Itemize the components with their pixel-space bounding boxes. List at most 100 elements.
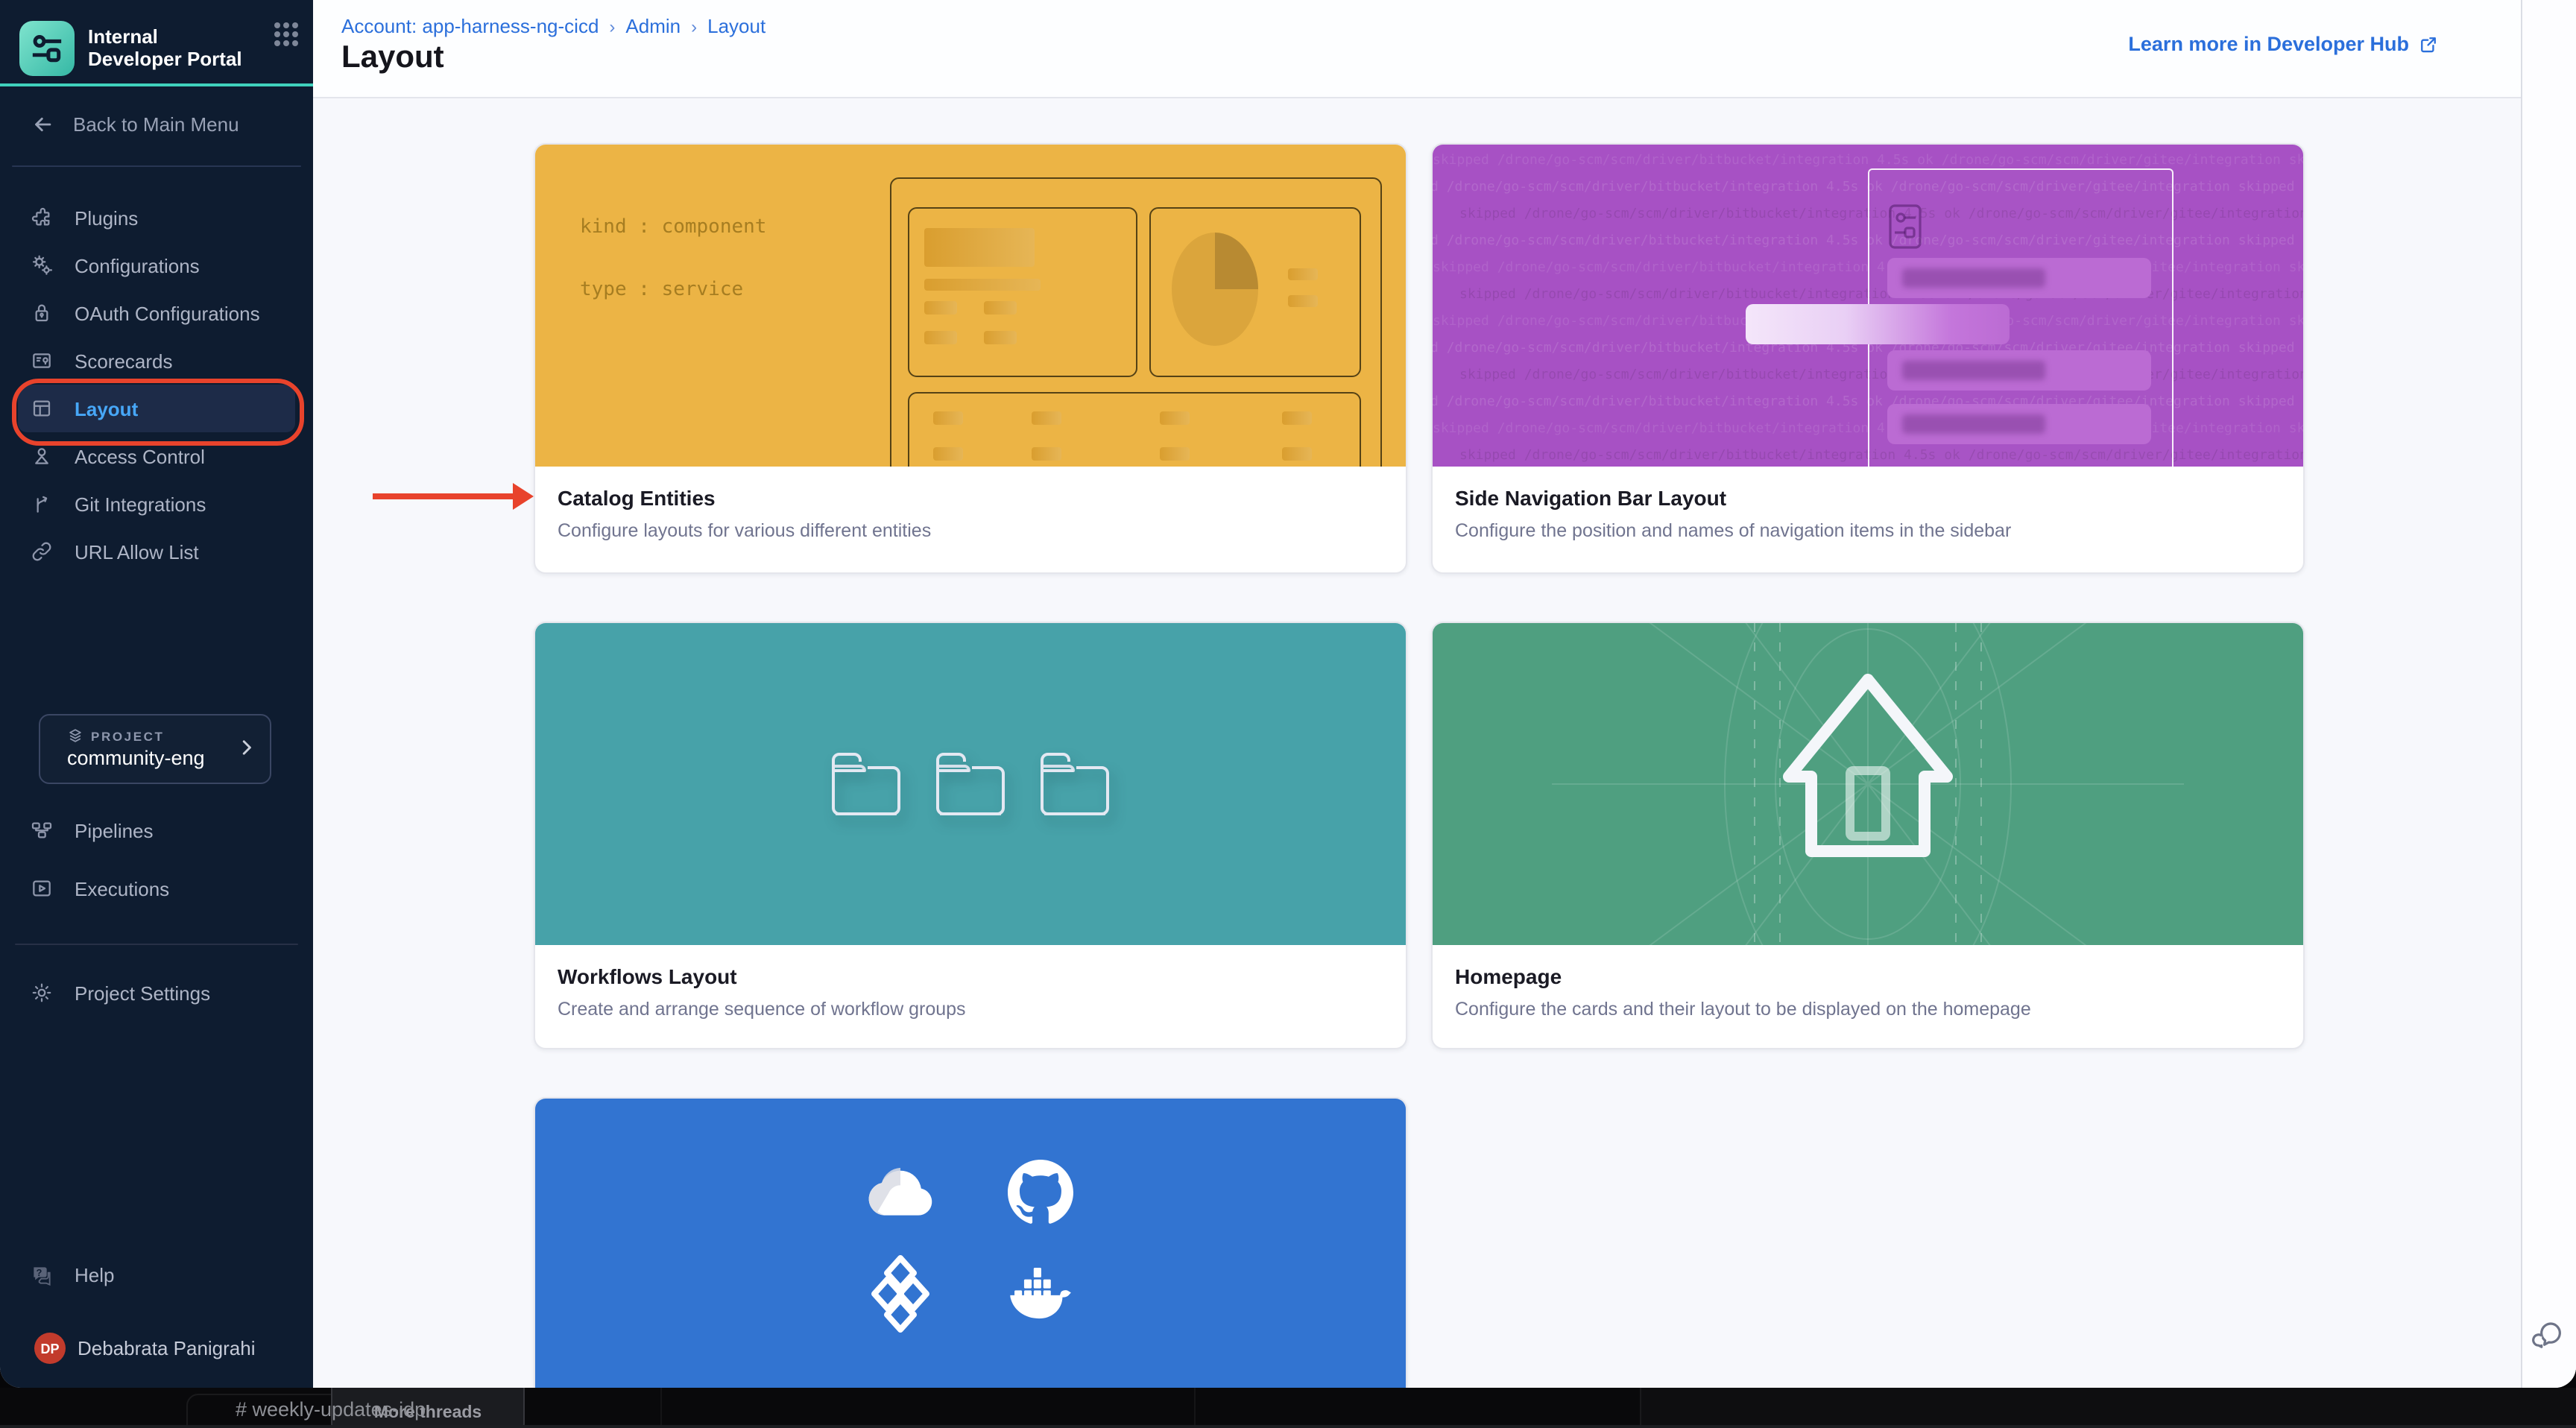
external-link-icon — [2418, 34, 2439, 54]
arrow-left-icon — [30, 111, 55, 136]
google-cloud-icon — [866, 1158, 935, 1227]
sidebar-mock-logo-icon — [1887, 203, 1923, 250]
nav-item-placeholder — [1887, 350, 2151, 391]
card-connectors[interactable] — [534, 1097, 1407, 1388]
connector-icons — [866, 1158, 1075, 1328]
sidebar-item-label: Configurations — [75, 254, 200, 277]
divider — [15, 944, 298, 945]
sidebar-item-help[interactable]: ? Help — [0, 1251, 313, 1298]
play-square-icon — [30, 876, 54, 900]
right-rail — [2521, 0, 2576, 1388]
nav-item-placeholder — [1887, 404, 2151, 444]
house-blueprint-icon — [1433, 623, 2303, 945]
github-icon — [1006, 1158, 1075, 1227]
layout-mock-panel — [908, 207, 1137, 377]
workflows-art — [535, 623, 1406, 945]
sidebar-item-pipelines[interactable]: Pipelines — [0, 806, 313, 854]
placeholder-bar — [984, 331, 1017, 344]
layout-icon — [30, 397, 54, 420]
sidebar-item-scorecards[interactable]: Scorecards — [0, 337, 313, 385]
connectors-art — [535, 1099, 1406, 1388]
project-eyebrow-label: PROJECT — [91, 728, 165, 743]
user-name[interactable]: Debabrata Panigrahi — [78, 1337, 256, 1359]
placeholder-bar — [1282, 447, 1312, 461]
card-workflows-layout[interactable]: Workflows Layout Create and arrange sequ… — [534, 622, 1407, 1049]
learn-more-label: Learn more in Developer Hub — [2128, 33, 2409, 55]
placeholder-bar — [924, 331, 957, 344]
pipeline-icon — [30, 818, 54, 842]
breadcrumb: Account: app-harness-ng-cicd › Admin › L… — [341, 15, 765, 37]
back-label: Back to Main Menu — [73, 113, 239, 135]
placeholder-bar — [1288, 295, 1318, 307]
card-catalog-entities[interactable]: kind : component type : service — [534, 143, 1407, 574]
brand: Internal Developer Portal — [19, 13, 301, 82]
sidebar-item-label: Scorecards — [75, 350, 173, 372]
user-avatar[interactable]: DP — [34, 1333, 66, 1364]
card-description: Configure layouts for various different … — [558, 520, 1383, 541]
sidebar-item-plugins[interactable]: Plugins — [0, 194, 313, 241]
card-description: Create and arrange sequence of workflow … — [558, 999, 1383, 1020]
card-homepage[interactable]: Homepage Configure the cards and their l… — [1431, 622, 2305, 1049]
background-window-strip: More threads # weekly-updates-idp — [0, 1388, 2576, 1428]
sidebar-item-oauth-configurations[interactable]: OAuth Configurations — [0, 289, 313, 337]
card-side-navigation-bar-layout[interactable]: skipped /drone/go-scm/scm/driver/bitbuck… — [1431, 143, 2305, 574]
folder-icon — [1036, 748, 1114, 820]
background-divider — [1194, 1388, 1196, 1428]
sidebar-item-label: Git Integrations — [75, 493, 206, 515]
learn-more-link[interactable]: Learn more in Developer Hub — [2128, 33, 2439, 55]
card-description: Configure the cards and their layout to … — [1455, 999, 2281, 1020]
sidebar-item-configurations[interactable]: Configurations — [0, 241, 313, 289]
breadcrumb-admin[interactable]: Admin — [625, 15, 681, 37]
sidebar-item-label: OAuth Configurations — [75, 302, 260, 324]
chevron-right-icon — [236, 736, 258, 759]
placeholder-bar — [1032, 411, 1061, 425]
back-to-main-menu[interactable]: Back to Main Menu — [0, 104, 313, 143]
git-branch-icon — [30, 492, 54, 516]
placeholder-bar — [1160, 447, 1190, 461]
sidebar-item-label: Executions — [75, 877, 169, 900]
sidebar-item-project-settings[interactable]: Project Settings — [0, 969, 313, 1017]
sidebar-item-label: Access Control — [75, 445, 205, 467]
app-grid-icon[interactable] — [268, 16, 304, 52]
nav-item-placeholder — [1887, 258, 2151, 298]
gear-icon — [30, 981, 54, 1005]
sidebar-item-label: Project Settings — [75, 982, 210, 1004]
sidebar-item-layout[interactable]: Layout — [18, 385, 295, 432]
yaml-kind-text: kind : component — [580, 216, 766, 238]
page-title: Layout — [341, 40, 444, 76]
layout-mock-panel — [908, 392, 1361, 467]
folder-icon — [932, 748, 1009, 820]
chat-bubbles-icon[interactable] — [2530, 1318, 2566, 1361]
sidebar-item-label: Plugins — [75, 206, 138, 229]
chat-question-icon: ? — [30, 1263, 54, 1286]
card-description: Configure the position and names of navi… — [1455, 520, 2281, 541]
sidebar-item-label: Pipelines — [75, 819, 154, 841]
card-text: Side Navigation Bar Layout Configure the… — [1433, 467, 2303, 560]
project-selector[interactable]: PROJECT community-eng — [39, 714, 271, 784]
sidebar-item-executions[interactable]: Executions — [0, 865, 313, 912]
slack-channel-label: # weekly-updates-idp — [236, 1398, 426, 1421]
sidebar-item-git-integrations[interactable]: Git Integrations — [0, 480, 313, 528]
app-window: Internal Developer Portal Back to Main M… — [0, 0, 2576, 1388]
breadcrumb-layout[interactable]: Layout — [707, 15, 765, 37]
app-title: Internal Developer Portal — [88, 25, 246, 70]
scorecard-icon — [30, 349, 54, 373]
card-text: Workflows Layout Create and arrange sequ… — [535, 945, 1406, 1039]
sidebar-item-label: Help — [75, 1263, 115, 1286]
placeholder-bar — [984, 301, 1017, 315]
main-content: Account: app-harness-ng-cicd › Admin › L… — [313, 0, 2576, 1388]
breadcrumb-account[interactable]: Account: app-harness-ng-cicd — [341, 15, 599, 37]
placeholder-bar — [933, 447, 963, 461]
sidebar-item-access-control[interactable]: Access Control — [0, 432, 313, 480]
folder-icon — [827, 748, 905, 820]
svg-text:?: ? — [37, 1267, 42, 1277]
breadcrumb-separator: › — [609, 16, 615, 37]
idp-logo-icon — [19, 20, 75, 75]
background-panel-tint — [1640, 1388, 2576, 1428]
card-text: Catalog Entities Configure layouts for v… — [535, 467, 1406, 560]
sidebar-item-url-allow-list[interactable]: URL Allow List — [0, 528, 313, 575]
layout-mock-panel — [1149, 207, 1361, 377]
card-title: Workflows Layout — [558, 964, 1383, 988]
card-title: Catalog Entities — [558, 486, 1383, 510]
placeholder-bar — [933, 411, 963, 425]
